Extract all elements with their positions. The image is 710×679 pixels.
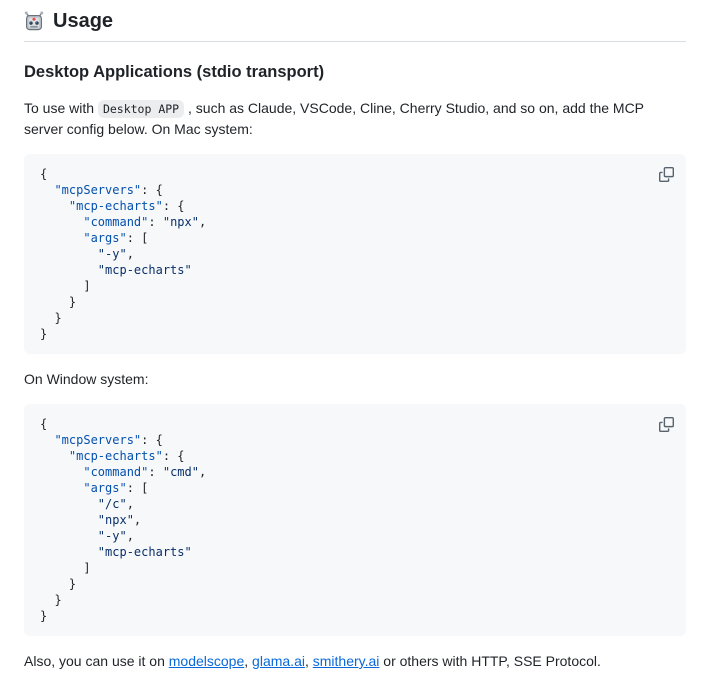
footer-paragraph: Also, you can use it on modelscope, glam… (24, 651, 686, 671)
footer-separator: , (305, 653, 313, 669)
copy-icon (659, 167, 674, 182)
code-line: "-y", (40, 528, 670, 544)
code-line: { (40, 416, 670, 432)
code-line: "command": "cmd", (40, 464, 670, 480)
desktop-app-inline-code: Desktop APP (98, 100, 184, 118)
usage-heading: Usage (24, 8, 686, 42)
footer-text-prefix: Also, you can use it on (24, 653, 169, 669)
mac-config-code-block: { "mcpServers": { "mcp-echarts": { "comm… (24, 154, 686, 354)
windows-label: On Window system: (24, 369, 686, 389)
code-line: "mcp-echarts" (40, 262, 670, 278)
code-line: } (40, 310, 670, 326)
readme-usage-section: Usage Desktop Applications (stdio transp… (0, 0, 710, 679)
mac-config-json: { "mcpServers": { "mcp-echarts": { "comm… (40, 166, 670, 342)
smithery-ai-link[interactable]: smithery.ai (313, 653, 380, 669)
code-line: { (40, 166, 670, 182)
code-line: "mcp-echarts": { (40, 198, 670, 214)
code-line: ] (40, 278, 670, 294)
code-line: "mcp-echarts" (40, 544, 670, 560)
copy-button[interactable] (656, 414, 676, 434)
windows-config-json: { "mcpServers": { "mcp-echarts": { "comm… (40, 416, 670, 624)
code-line: ] (40, 560, 670, 576)
glama-ai-link[interactable]: glama.ai (252, 653, 305, 669)
robot-emoji-icon (24, 11, 44, 31)
code-line: } (40, 608, 670, 624)
code-line: "args": [ (40, 480, 670, 496)
intro-text-before: To use with (24, 100, 98, 116)
code-line: "mcpServers": { (40, 432, 670, 448)
footer-separator: , (244, 653, 252, 669)
intro-paragraph: To use with Desktop APP , such as Claude… (24, 98, 686, 139)
footer-text-suffix: or others with HTTP, SSE Protocol. (379, 653, 601, 669)
code-line: } (40, 294, 670, 310)
code-line: "command": "npx", (40, 214, 670, 230)
copy-icon (659, 417, 674, 432)
code-line: "mcp-echarts": { (40, 448, 670, 464)
code-line: } (40, 576, 670, 592)
code-line: "mcpServers": { (40, 182, 670, 198)
copy-button[interactable] (656, 164, 676, 184)
usage-heading-text: Usage (53, 8, 113, 34)
desktop-applications-heading: Desktop Applications (stdio transport) (24, 62, 686, 83)
code-line: } (40, 326, 670, 342)
modelscope-link[interactable]: modelscope (169, 653, 245, 669)
code-line: "-y", (40, 246, 670, 262)
code-line: "npx", (40, 512, 670, 528)
code-line: "args": [ (40, 230, 670, 246)
code-line: "/c", (40, 496, 670, 512)
code-line: } (40, 592, 670, 608)
windows-config-code-block: { "mcpServers": { "mcp-echarts": { "comm… (24, 404, 686, 636)
